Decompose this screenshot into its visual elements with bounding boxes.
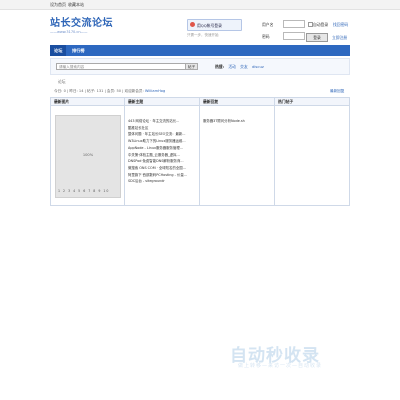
forum-stats: 今日: 0 | 昨日: 14 | 帖子: 131 | 会员: 50 | 欢迎新会…	[54, 89, 166, 93]
register-link[interactable]: 立即注册	[332, 35, 347, 41]
list-item[interactable]: 443 网络论坛 · 年主交流的站长...	[128, 118, 187, 125]
image-slideshow[interactable]: 100% 1 2 3 4 5 6 7 8 9 10	[55, 115, 121, 198]
breadcrumb[interactable]: 论坛	[58, 79, 66, 85]
latest-images-column: 最新图片 100% 1 2 3 4 5 6 7 8 9 10	[51, 98, 125, 205]
slide-pager[interactable]: 1 2 3 4 5 6 7 8 9 10	[58, 189, 109, 193]
list-item[interactable]: 阿里旗下·西部数码PCHosting - 价量...	[128, 172, 187, 179]
username-input[interactable]	[283, 20, 305, 28]
qq-login-label: 用QQ帐号登录	[197, 22, 222, 28]
list-item[interactable]: 酷推站长社区	[128, 125, 187, 132]
list-item[interactable]: DNSPod·免费智能DNS解析服务商...	[128, 158, 187, 165]
latest-replies-link[interactable]: 最新回复	[330, 89, 344, 94]
search-type-select[interactable]: 帖子	[186, 63, 198, 70]
logo-url: ——www.3170.cn——	[50, 30, 88, 34]
list-item[interactable]: AppNode - Linux服务器服务管理...	[128, 145, 187, 152]
hot-posts-column: 热门帖子	[275, 98, 349, 205]
portal-grid: 最新图片 100% 1 2 3 4 5 6 7 8 9 10 最新主题 443 …	[50, 97, 350, 206]
list-item[interactable]: 服务器3T顾问分析Node.sh	[203, 118, 245, 123]
list-item[interactable]: 微搜索 ONS COM · 全球知名的全国...	[128, 165, 187, 172]
column-header: 热门帖子	[275, 98, 349, 106]
qq-login-button[interactable]: 用QQ帐号登录	[187, 19, 242, 31]
password-label: 密码	[262, 34, 270, 39]
hot-search-label: 热搜:	[215, 64, 225, 69]
hot-search-item[interactable]: discuz	[252, 64, 264, 69]
list-item[interactable]: 中关第·体验主题_云服务器_虚拟...	[128, 152, 187, 159]
stat-label: 会员:	[106, 89, 116, 93]
stat-label: 今日:	[54, 89, 63, 93]
logo-title: 站长交流论坛	[50, 18, 113, 29]
username-label: 用户名	[262, 22, 274, 27]
site-logo[interactable]: 站长交流论坛 ——www.3170.cn——	[50, 14, 113, 34]
hot-search: 热搜: 活动 交友 discuz	[215, 64, 264, 70]
new-member-link[interactable]: WilliamHog	[145, 89, 165, 93]
stat-members: 50	[116, 89, 122, 93]
hot-search-item[interactable]: 活动	[228, 64, 236, 69]
watermark-slogan: 做上转移—来访一次—自动收录	[238, 363, 323, 369]
column-header: 最新主题	[125, 98, 199, 106]
reply-list: 服务器3T顾问分析Node.sh	[203, 118, 245, 123]
find-password-link[interactable]: 找回密码	[333, 22, 348, 28]
search-input[interactable]: 请输入搜索内容	[56, 63, 186, 70]
set-homepage-link[interactable]: 设为首页	[50, 2, 66, 8]
stat-label: 欢迎新会员:	[124, 89, 144, 93]
bookmark-link[interactable]: 收藏本站	[68, 2, 84, 8]
list-item[interactable]: SDC后台 - sitegroundr	[128, 178, 187, 185]
password-input[interactable]	[283, 32, 305, 40]
qq-login-subtext: 只需一步，快速开始	[187, 33, 219, 37]
topic-list: 443 网络论坛 · 年主交流的站长... 酷推站长社区 整体问题 · 年主站长…	[128, 118, 187, 185]
latest-topics-column: 最新主题 443 网络论坛 · 年主交流的站长... 酷推站长社区 整体问题 ·…	[125, 98, 200, 205]
login-button[interactable]: 登录	[306, 33, 328, 42]
search-bar: 请输入搜索内容 帖子 热搜: 活动 交友 discuz	[50, 58, 350, 75]
column-header: 最新回复	[200, 98, 274, 106]
stat-today: 0	[63, 89, 66, 93]
qq-icon	[190, 22, 195, 27]
top-bar: 设为首页 收藏本站	[0, 0, 400, 10]
stat-posts: 131	[96, 89, 104, 93]
stat-label: 帖子:	[87, 89, 96, 93]
main-nav: 论坛 排行榜	[50, 45, 350, 56]
auto-login-label: 自动登录	[313, 22, 329, 27]
list-item[interactable]: 整体问题 · 年主站长SEO交流：最新...	[128, 131, 187, 138]
latest-replies-column: 最新回复 服务器3T顾问分析Node.sh	[200, 98, 275, 205]
list-item[interactable]: W3Linux助力下的Linux服务器运维...	[128, 138, 187, 145]
stat-yesterday: 14	[78, 89, 84, 93]
tab-forum[interactable]: 论坛	[50, 45, 67, 56]
column-header: 最新图片	[51, 98, 124, 106]
stat-label: 昨日:	[69, 89, 78, 93]
hot-search-item[interactable]: 交友	[240, 64, 248, 69]
tab-ranking[interactable]: 排行榜	[68, 45, 89, 56]
slide-percent: 100%	[82, 153, 94, 157]
